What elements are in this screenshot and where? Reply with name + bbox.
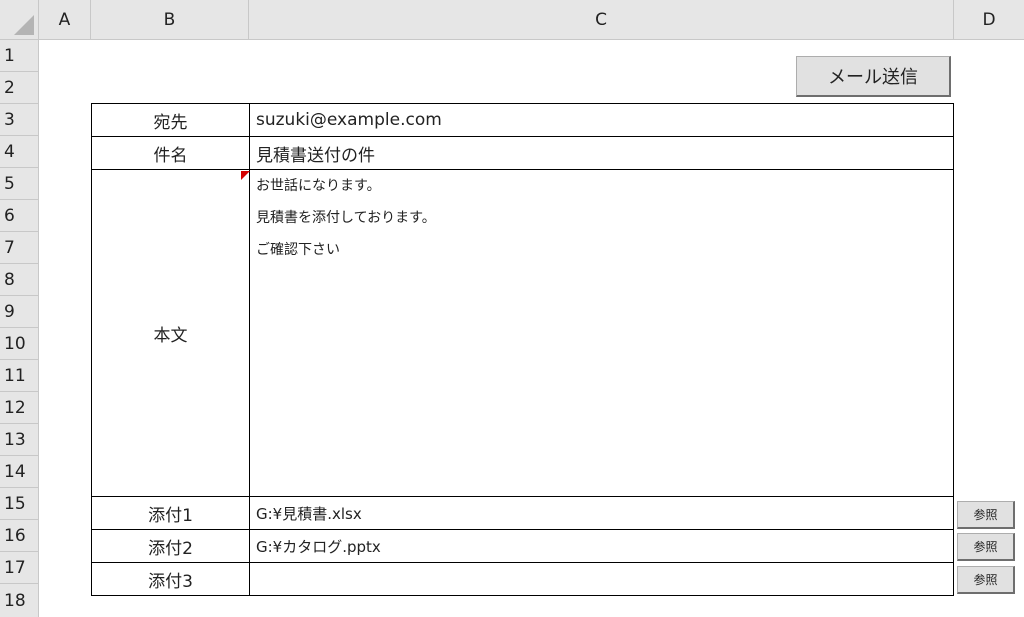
body-label: 本文	[92, 170, 250, 497]
row-header-17[interactable]: 17	[0, 552, 39, 584]
browse-attachment-1-button[interactable]: 参照	[957, 501, 1015, 529]
attachment-1-field[interactable]: G:¥見積書.xlsx	[250, 497, 954, 530]
row-header-7[interactable]: 7	[0, 232, 39, 264]
subject-field[interactable]: 見積書送付の件	[250, 137, 954, 170]
body-line: 見積書を添付しております。	[256, 210, 436, 226]
row-header-13[interactable]: 13	[0, 424, 39, 456]
row-header-16[interactable]: 16	[0, 520, 39, 552]
row-header-14[interactable]: 14	[0, 456, 39, 488]
send-mail-button[interactable]: メール送信	[796, 56, 951, 97]
row-header-3[interactable]: 3	[0, 104, 39, 136]
subject-label: 件名	[92, 137, 250, 170]
row-header-18[interactable]: 18	[0, 584, 39, 617]
column-header-d[interactable]: D	[954, 0, 1024, 40]
attachment-3-label: 添付3	[92, 563, 250, 596]
browse-attachment-3-button[interactable]: 参照	[957, 566, 1015, 594]
body-line: お世話になります。	[256, 178, 381, 194]
attachment-3-field[interactable]	[250, 563, 954, 596]
row-header-1[interactable]: 1	[0, 40, 39, 72]
row-header-15[interactable]: 15	[0, 488, 39, 520]
attachment-1-label: 添付1	[92, 497, 250, 530]
select-all-corner[interactable]	[0, 0, 39, 40]
row-header-9[interactable]: 9	[0, 296, 39, 328]
to-field[interactable]: suzuki@example.com	[250, 104, 954, 137]
column-header-a[interactable]: A	[39, 0, 91, 40]
to-label: 宛先	[92, 104, 250, 137]
row-header-4[interactable]: 4	[0, 136, 39, 168]
comment-indicator-icon[interactable]	[241, 171, 250, 180]
row-header-8[interactable]: 8	[0, 264, 39, 296]
row-header-2[interactable]: 2	[0, 72, 39, 104]
body-field[interactable]: お世話になります。 見積書を添付しております。 ご確認下さい	[250, 170, 954, 497]
row-header-5[interactable]: 5	[0, 168, 39, 200]
row-header-11[interactable]: 11	[0, 360, 39, 392]
select-all-triangle-icon	[14, 15, 34, 35]
body-line: ご確認下さい	[256, 242, 340, 258]
column-header-b[interactable]: B	[91, 0, 249, 40]
attachment-2-label: 添付2	[92, 530, 250, 563]
attachment-2-field[interactable]: G:¥カタログ.pptx	[250, 530, 954, 563]
row-header-10[interactable]: 10	[0, 328, 39, 360]
column-header-c[interactable]: C	[249, 0, 954, 40]
row-header-12[interactable]: 12	[0, 392, 39, 424]
browse-attachment-2-button[interactable]: 参照	[957, 533, 1015, 561]
row-header-6[interactable]: 6	[0, 200, 39, 232]
